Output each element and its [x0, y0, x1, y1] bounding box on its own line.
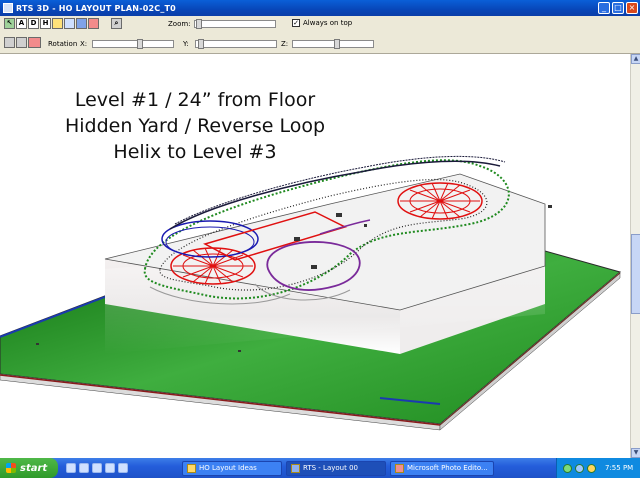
task-label: HO Layout Ideas [199, 464, 257, 472]
zoom-slider[interactable] [194, 19, 276, 29]
clock: 7:55 PM [605, 464, 634, 472]
rotation-x-thumb[interactable] [137, 39, 143, 49]
quick-launch-media-icon[interactable] [92, 463, 102, 473]
toolbar-row-view: ↖ A D H ⌕ [4, 18, 122, 29]
rotation-z-label: Z: [281, 40, 289, 48]
layer-icon[interactable] [52, 18, 63, 29]
task-rts-layout[interactable]: RTS - Layout 00 [286, 460, 386, 476]
photo-editor-icon [395, 463, 404, 473]
overlay-line-3: Helix to Level #3 [113, 141, 277, 163]
system-tray: 7:55 PM [556, 458, 640, 478]
rotation-x-label: X: [80, 40, 88, 48]
app-window: RTS 3D - HO LAYOUT PLAN-02C_T0 _ □ × ↖ A… [0, 0, 640, 478]
rotation-y-slider[interactable] [195, 39, 277, 49]
task-ho-layout-ideas[interactable]: HO Layout Ideas [182, 460, 282, 476]
scroll-up-icon[interactable]: ▲ [631, 54, 640, 64]
toolbar-row-rotation [4, 37, 41, 48]
pointer-tool-icon[interactable]: ↖ [4, 18, 15, 29]
start-button[interactable]: start [0, 458, 58, 478]
zoom-slider-thumb[interactable] [196, 19, 202, 29]
3d-viewport[interactable]: Level #1 / 24” from Floor Hidden Yard / … [0, 54, 630, 458]
quick-launch-ie-icon[interactable] [79, 463, 89, 473]
quick-launch-app-icon[interactable] [118, 463, 128, 473]
always-on-top-checkbox[interactable]: ✓ [292, 19, 300, 27]
network-icon[interactable] [563, 463, 572, 473]
task-label: Microsoft Photo Edito... [407, 464, 488, 472]
vertical-scrollbar[interactable]: ▲ ▼ [630, 54, 640, 458]
rotation-z-slider[interactable] [292, 39, 374, 49]
print-icon[interactable] [4, 37, 15, 48]
view-d-button[interactable]: D [28, 18, 39, 29]
zoom-fit-icon[interactable]: ⌕ [111, 18, 122, 29]
start-label: start [20, 462, 48, 474]
title-bar[interactable]: RTS 3D - HO LAYOUT PLAN-02C_T0 _ □ × [0, 0, 640, 16]
quick-launch-folder-icon[interactable] [105, 463, 115, 473]
track-icon[interactable] [76, 18, 87, 29]
messenger-icon[interactable] [575, 463, 584, 473]
rotate-icon[interactable] [28, 37, 41, 48]
minimize-button[interactable]: _ [598, 2, 610, 14]
scroll-down-icon[interactable]: ▼ [631, 448, 640, 458]
overlay-line-1: Level #1 / 24” from Floor [74, 89, 316, 111]
taskbar: start HO Layout Ideas RTS - Layout 00 Mi… [0, 458, 640, 478]
zoom-label: Zoom: [168, 20, 191, 28]
quick-launch [66, 463, 128, 473]
task-label: RTS - Layout 00 [303, 464, 358, 472]
view-h-button[interactable]: H [40, 18, 51, 29]
always-on-top-label: Always on top [303, 19, 353, 27]
overlay-line-2: Hidden Yard / Reverse Loop [64, 115, 326, 137]
task-photo-editor[interactable]: Microsoft Photo Edito... [390, 460, 494, 476]
close-button[interactable]: × [626, 2, 638, 14]
rotation-y-label: Y: [183, 40, 189, 48]
rotation-label: Rotation [48, 40, 78, 48]
rotation-x-slider[interactable] [92, 39, 174, 49]
delete-icon[interactable] [88, 18, 99, 29]
camera-icon[interactable] [16, 37, 27, 48]
toolbar: ↖ A D H ⌕ Zoom: ✓ Always on top Rotation… [0, 16, 640, 54]
rotation-y-thumb[interactable] [198, 39, 204, 49]
view-a-button[interactable]: A [16, 18, 27, 29]
quick-launch-desktop-icon[interactable] [66, 463, 76, 473]
scroll-thumb[interactable] [631, 234, 640, 314]
volume-icon[interactable] [587, 463, 596, 473]
window-title: RTS 3D - HO LAYOUT PLAN-02C_T0 [16, 3, 176, 13]
rotation-z-thumb[interactable] [334, 39, 340, 49]
rts-app-icon [291, 463, 300, 473]
app-icon [3, 3, 13, 13]
maximize-button[interactable]: □ [612, 2, 624, 14]
folder-icon [187, 463, 196, 473]
grid-icon[interactable] [64, 18, 75, 29]
window-controls: _ □ × [598, 2, 638, 14]
windows-logo-icon [6, 463, 16, 473]
